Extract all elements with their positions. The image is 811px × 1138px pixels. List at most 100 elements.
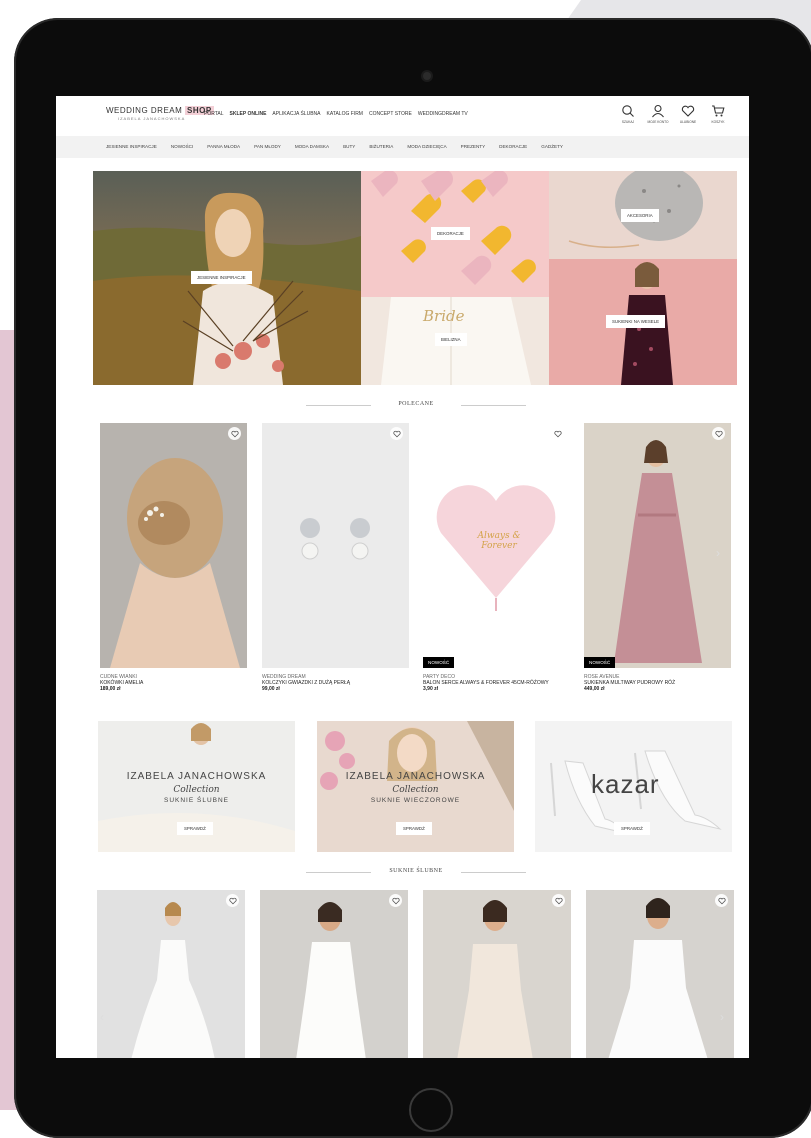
product-card[interactable]: NOWOŚĆ ROSE AVENUE SUKIENKA MULTIWAY PUD… [584, 423, 731, 692]
banner-subtitle: SUKNIE ŚLUBNE [163, 797, 230, 804]
category-item[interactable]: DEKORACJE [499, 144, 527, 149]
nav-aplikacja[interactable]: APLIKACJA ŚLUBNA [272, 111, 320, 117]
category-item[interactable]: BIŻUTERIA [369, 144, 393, 149]
favorites-button[interactable]: ULUBIONE [676, 104, 700, 124]
top-navigation: PORTAL SKLEP ONLINE APLIKACJA ŚLUBNA KAT… [204, 111, 468, 117]
category-item[interactable]: GADŻETY [541, 144, 563, 149]
nav-portal[interactable]: PORTAL [204, 111, 224, 117]
wishlist-heart-icon[interactable] [715, 894, 728, 907]
sprawdz-button[interactable]: SPRAWDŹ [177, 822, 213, 835]
wedding-dress-image [260, 890, 408, 1058]
category-item[interactable]: PAN MŁODY [254, 144, 281, 149]
category-item[interactable]: PANNA MŁODA [207, 144, 240, 149]
product-image[interactable] [100, 423, 247, 668]
category-item[interactable]: MODA DAMSKA [295, 144, 329, 149]
collection-banner-suknie-slubne[interactable]: IZABELA JANACHOWSKA Collection SUKNIE ŚL… [98, 721, 295, 852]
wishlist-heart-icon[interactable] [551, 427, 564, 440]
carousel-prev-arrow-icon[interactable]: ‹ [100, 1010, 104, 1024]
wishlist-heart-icon[interactable] [390, 427, 403, 440]
wedding-dress-card[interactable] [423, 890, 571, 1058]
hero-label[interactable]: JESIENNE INSPIRACJE [191, 271, 252, 284]
category-item[interactable]: JESIENNE INSPIRACJE [106, 144, 157, 149]
hero-sukienki-na-wesele[interactable]: SUKIENKI NA WESELE [549, 259, 737, 385]
logo[interactable]: WEDDING DREAM SHOP IZABELA JANACHOWSKA [106, 106, 214, 121]
carousel-next-arrow-icon[interactable]: › [720, 1010, 724, 1024]
product-card[interactable]: CUDNE WIANKI KOKÓWKI AMELIA 189,00 zł [100, 423, 247, 692]
search-label: SZUKAJ [621, 120, 635, 124]
balloon-script: Always & Forever [477, 531, 521, 551]
wedding-dress-image [97, 890, 245, 1058]
hero-bielizna[interactable]: Bride BIELIZNA [361, 297, 549, 385]
wishlist-heart-icon[interactable] [228, 427, 241, 440]
product-card[interactable]: Always & Forever NOWOŚĆ PARTY DECO BALON… [423, 423, 570, 692]
nav-weddingdream-tv[interactable]: WEDDINGDREAM TV [418, 111, 468, 117]
product-image[interactable]: NOWOŚĆ [584, 423, 731, 668]
wishlist-heart-icon[interactable] [552, 894, 565, 907]
product-card[interactable]: WEDDING DREAM KOLCZYKI GWIAZDKI Z DUŻĄ P… [262, 423, 409, 692]
nav-sklep-online[interactable]: SKLEP ONLINE [230, 111, 267, 117]
cart-button[interactable]: KOSZYK [706, 104, 730, 124]
logo-subtitle: IZABELA JANACHOWSKA [118, 116, 186, 121]
product-price: 3,90 zł [423, 686, 439, 692]
new-badge: NOWOŚĆ [584, 657, 616, 668]
heart-icon [681, 105, 695, 117]
account-label: MOJE KONTO [647, 120, 669, 124]
carousel-next-arrow-icon[interactable]: › [716, 546, 720, 560]
nav-katalog[interactable]: KATALOG FIRM [326, 111, 362, 117]
hair-comb-image [100, 423, 247, 668]
section-title-suknie-slubne: SUKNIE ŚLUBNE [306, 868, 526, 874]
hero-label[interactable]: BIELIZNA [435, 333, 467, 346]
new-badge: NOWOŚĆ [423, 657, 455, 668]
category-bar: JESIENNE INSPIRACJE NOWOŚCI PANNA MŁODA … [56, 136, 749, 158]
bride-script: Bride [423, 307, 465, 325]
product-image[interactable] [262, 423, 409, 668]
wishlist-heart-icon[interactable] [389, 894, 402, 907]
account-button[interactable]: MOJE KONTO [646, 104, 670, 124]
nav-concept-store[interactable]: CONCEPT STORE [369, 111, 412, 117]
category-navigation: JESIENNE INSPIRACJE NOWOŚCI PANNA MŁODA … [106, 144, 563, 149]
search-icon [622, 105, 634, 117]
product-name[interactable]: BALON SERCE ALWAYS & FOREVER 45CM-RÓŻOWY [423, 680, 570, 686]
search-button[interactable]: SZUKAJ [616, 104, 640, 124]
category-item[interactable]: PREZENTY [461, 144, 486, 149]
wedding-dress-image [586, 890, 734, 1058]
hero-akcesoria[interactable]: AKCESORIA [549, 171, 737, 259]
product-image[interactable]: Always & Forever NOWOŚĆ [423, 423, 570, 668]
wedding-dress-card[interactable] [97, 890, 245, 1058]
sprawdz-button[interactable]: SPRAWDŹ [396, 822, 432, 835]
banner-script: Collection [392, 785, 439, 795]
hero-jesienne-inspiracje[interactable]: JESIENNE INSPIRACJE [93, 171, 361, 385]
site-header: WEDDING DREAM SHOP IZABELA JANACHOWSKA P… [56, 96, 749, 134]
wedding-dress-card[interactable] [260, 890, 408, 1058]
wedding-dress-image [423, 890, 571, 1058]
product-price: 449,00 zł [584, 686, 605, 692]
cart-label: KOSZYK [711, 120, 725, 124]
kazar-logo: kazar [591, 769, 660, 799]
product-price: 99,00 zł [262, 686, 280, 692]
wishlist-heart-icon[interactable] [226, 894, 239, 907]
category-item[interactable]: BUTY [343, 144, 355, 149]
account-icon [652, 104, 664, 118]
favorites-label: ULUBIONE [679, 120, 697, 124]
logo-text: WEDDING DREAM [106, 106, 183, 115]
cart-icon [712, 105, 725, 117]
wedding-dress-card[interactable] [586, 890, 734, 1058]
pink-dress-image [584, 423, 731, 668]
banner-title: IZABELA JANACHOWSKA [345, 771, 486, 782]
collection-banner-suknie-wieczorowe[interactable]: IZABELA JANACHOWSKA Collection SUKNIE WI… [317, 721, 514, 852]
hero-dekoracje[interactable]: DEKORACJE [361, 171, 549, 297]
brand-banner-kazar[interactable]: kazar SPRAWDŹ [535, 721, 732, 852]
header-icons: SZUKAJ MOJE KONTO ULUBIONE KOSZYK [616, 104, 730, 124]
category-item[interactable]: MODA DZIECIĘCA [407, 144, 446, 149]
hero-label[interactable]: DEKORACJE [431, 227, 470, 240]
home-button[interactable] [409, 1088, 453, 1132]
earrings-image [262, 423, 409, 668]
hero-label[interactable]: AKCESORIA [621, 209, 659, 222]
website-screen: WEDDING DREAM SHOP IZABELA JANACHOWSKA P… [56, 96, 749, 1058]
camera-icon [423, 72, 431, 80]
hero-label[interactable]: SUKIENKI NA WESELE [606, 315, 666, 328]
sprawdz-button[interactable]: SPRAWDŹ [614, 822, 650, 835]
category-item[interactable]: NOWOŚCI [171, 144, 193, 149]
banner-title: IZABELA JANACHOWSKA [126, 771, 267, 782]
wishlist-heart-icon[interactable] [712, 427, 725, 440]
